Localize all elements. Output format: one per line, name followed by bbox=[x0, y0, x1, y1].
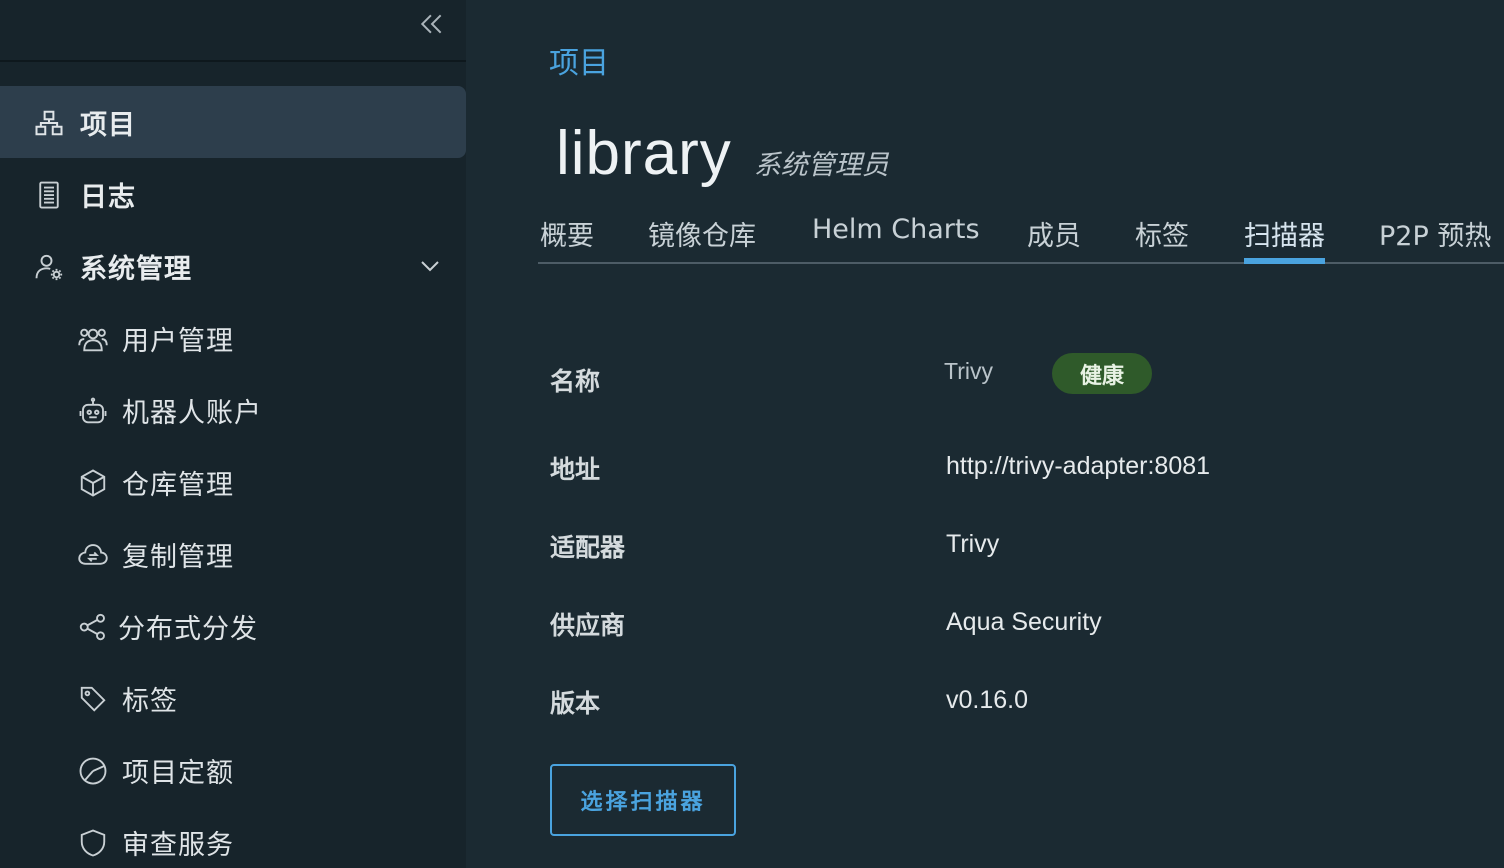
robot-icon bbox=[78, 396, 108, 426]
tab-members[interactable]: 成员 bbox=[1027, 214, 1081, 262]
project-tabs: 概要 镜像仓库 Helm Charts 成员 标签 扫描器 P2P 预热 bbox=[538, 210, 1504, 264]
sidebar-divider bbox=[0, 60, 466, 62]
role-label: 系统管理员 bbox=[753, 150, 889, 181]
sidebar-item-logs[interactable]: 日志 bbox=[0, 158, 466, 230]
title-row: library 系统管理员 bbox=[556, 118, 889, 189]
user-gear-icon bbox=[34, 252, 64, 282]
sidebar-item-projects[interactable]: 项目 bbox=[0, 86, 466, 158]
sidebar-item-replications[interactable]: 复制管理 bbox=[0, 518, 466, 590]
sidebar-item-label: 复制管理 bbox=[122, 541, 234, 573]
sidebar-item-robot-accounts[interactable]: 机器人账户 bbox=[0, 374, 466, 446]
chevron-down-icon[interactable] bbox=[416, 254, 444, 278]
sidebar-item-label: 项目定额 bbox=[122, 757, 234, 789]
address-label: 地址 bbox=[550, 455, 601, 484]
tab-repositories[interactable]: 镜像仓库 bbox=[648, 214, 756, 262]
adapter-label: 适配器 bbox=[550, 533, 626, 562]
scanner-address: http://trivy-adapter:8081 bbox=[946, 452, 1211, 480]
sidebar-item-labels[interactable]: 标签 bbox=[0, 662, 466, 734]
sidebar-item-user-management[interactable]: 用户管理 bbox=[0, 302, 466, 374]
double-chevron-left-icon bbox=[419, 11, 445, 37]
tag-icon bbox=[78, 684, 108, 714]
sidebar-item-label: 标签 bbox=[122, 685, 178, 717]
sidebar: 项目 日志 系统管理 用户管理 机器人账户 仓库管理 复制管理 分布式分发 标签… bbox=[0, 0, 466, 868]
sidebar-item-interrogation-services[interactable]: 审查服务 bbox=[0, 806, 466, 868]
vendor-label: 供应商 bbox=[550, 611, 626, 640]
sidebar-item-label: 仓库管理 bbox=[122, 469, 234, 501]
pie-icon bbox=[78, 756, 108, 786]
scanner-version: v0.16.0 bbox=[946, 686, 1029, 714]
breadcrumb[interactable]: 项目 bbox=[549, 38, 609, 82]
scanner-adapter: Trivy bbox=[946, 530, 1000, 558]
tab-scanner[interactable]: 扫描器 bbox=[1244, 214, 1325, 264]
sidebar-item-label: 审查服务 bbox=[122, 829, 234, 861]
sidebar-item-registries[interactable]: 仓库管理 bbox=[0, 446, 466, 518]
users-icon bbox=[78, 324, 108, 354]
tab-helm-charts[interactable]: Helm Charts bbox=[812, 214, 980, 262]
collapse-sidebar-button[interactable] bbox=[416, 8, 448, 40]
tab-p2p-preheat[interactable]: P2P 预热 bbox=[1379, 214, 1491, 262]
scanner-name: Trivy bbox=[944, 358, 993, 384]
sidebar-item-distributions[interactable]: 分布式分发 bbox=[0, 590, 466, 662]
share-icon bbox=[78, 612, 108, 642]
health-status-badge: 健康 bbox=[1052, 353, 1152, 394]
sidebar-item-label: 机器人账户 bbox=[122, 397, 262, 429]
page-title: library bbox=[556, 119, 732, 188]
sidebar-item-label: 用户管理 bbox=[122, 325, 234, 357]
shield-icon bbox=[78, 828, 108, 858]
sidebar-item-label: 系统管理 bbox=[80, 253, 192, 285]
project-tree-icon bbox=[34, 108, 64, 138]
main-content: 项目 library 系统管理员 概要 镜像仓库 Helm Charts 成员 … bbox=[466, 0, 1504, 868]
sidebar-item-system-admin[interactable]: 系统管理 bbox=[0, 230, 466, 302]
select-scanner-button[interactable]: 选择扫描器 bbox=[550, 764, 736, 836]
version-label: 版本 bbox=[550, 689, 601, 718]
cube-icon bbox=[78, 468, 108, 498]
tab-labels[interactable]: 标签 bbox=[1135, 214, 1189, 262]
sidebar-item-project-quotas[interactable]: 项目定额 bbox=[0, 734, 466, 806]
sidebar-item-label: 项目 bbox=[80, 109, 136, 141]
tab-summary[interactable]: 概要 bbox=[540, 214, 594, 262]
sidebar-item-label: 日志 bbox=[80, 181, 136, 213]
sidebar-item-label: 分布式分发 bbox=[118, 613, 258, 645]
name-label: 名称 bbox=[550, 367, 601, 396]
log-list-icon bbox=[34, 180, 64, 210]
cloud-sync-icon bbox=[78, 540, 108, 570]
scanner-vendor: Aqua Security bbox=[946, 608, 1102, 636]
